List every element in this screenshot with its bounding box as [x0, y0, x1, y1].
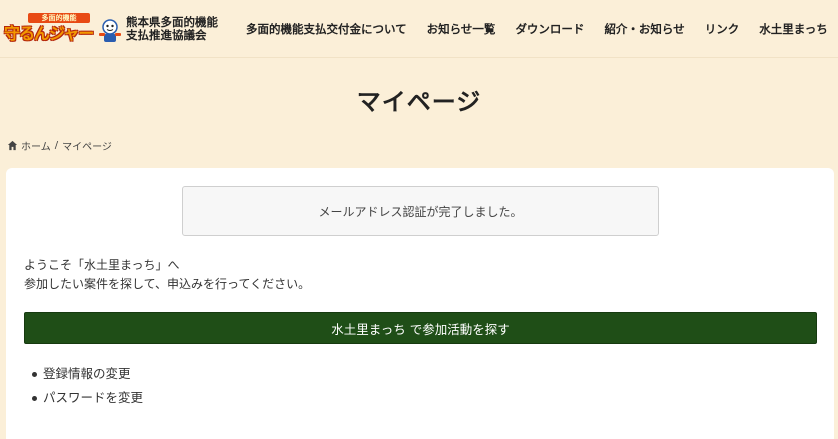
breadcrumb-separator: / [54, 139, 59, 151]
welcome-message: ようこそ「水土里まっち」へ 参加したい案件を探して、申込みを行ってください。 [24, 256, 310, 294]
list-item: パスワードを変更 [32, 386, 143, 410]
site-logo[interactable]: 多面的機能 守るんジャー 熊本県多面的機能 支払推進協議会 [4, 12, 218, 46]
list-item: 登録情報の変更 [32, 362, 143, 386]
nav-item-links[interactable]: リンク [695, 21, 750, 37]
welcome-line-2: 参加したい案件を探して、申込みを行ってください。 [24, 277, 311, 291]
logo-mark: 多面的機能 守るんジャー [4, 12, 124, 46]
mascot-icon [99, 19, 121, 42]
change-password-link[interactable]: パスワードを変更 [43, 386, 143, 410]
bullet-icon [32, 395, 37, 401]
welcome-line-1: ようこそ「水土里まっち」へ [24, 258, 180, 272]
breadcrumb-current: マイページ [62, 141, 112, 153]
edit-registration-link[interactable]: 登録情報の変更 [43, 362, 131, 386]
breadcrumb: ホーム / マイページ [7, 138, 112, 153]
nav-item-midori-match[interactable]: 水土里まっち [749, 21, 838, 37]
logo-text-line2: 支払推進協議会 [126, 28, 207, 42]
nav-item-subsidy[interactable]: 多面的機能支払交付金について [236, 21, 417, 37]
logo-main-text: 守るんジャー [4, 24, 94, 43]
nav-item-news[interactable]: お知らせ一覧 [417, 21, 506, 37]
logo-badge: 多面的機能 [28, 13, 90, 23]
bullet-icon [32, 371, 37, 377]
nav-item-introduction[interactable]: 紹介・お知らせ [594, 21, 694, 37]
logo-organization-name: 熊本県多面的機能 支払推進協議会 [126, 16, 218, 42]
main-content-card: メールアドレス認証が完了しました。 ようこそ「水土里まっち」へ 参加したい案件を… [6, 168, 834, 439]
account-links: 登録情報の変更 パスワードを変更 [32, 362, 143, 410]
main-nav: 多面的機能支払交付金について お知らせ一覧 ダウンロード 紹介・お知らせ リンク… [236, 0, 838, 58]
site-header: 多面的機能 守るんジャー 熊本県多面的機能 支払推進協議会 多面的機能支払交付金… [0, 0, 838, 58]
notice-message: メールアドレス認証が完了しました。 [318, 204, 523, 219]
breadcrumb-home-link[interactable]: ホーム [21, 138, 51, 153]
home-icon [7, 140, 18, 150]
verification-notice: メールアドレス認証が完了しました。 [182, 186, 659, 236]
find-activities-button[interactable]: 水土里まっち で参加活動を探す [24, 312, 817, 344]
nav-item-download[interactable]: ダウンロード [505, 21, 594, 37]
page-title: マイページ [356, 88, 482, 116]
